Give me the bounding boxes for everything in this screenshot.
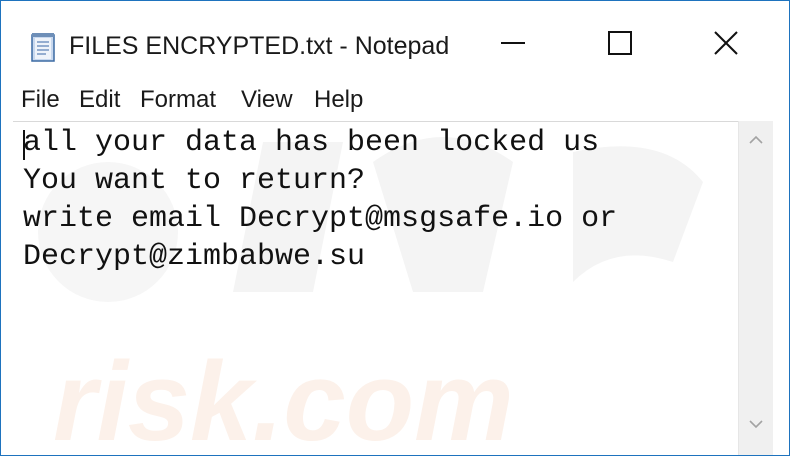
window-title: FILES ENCRYPTED.txt - Notepad <box>69 32 450 60</box>
minimize-button[interactable] <box>478 19 548 71</box>
close-icon <box>714 30 738 60</box>
watermark-text: risk.com <box>53 339 514 456</box>
text-line: Decrypt@zimbabwe.su <box>23 240 366 274</box>
chevron-up-icon[interactable] <box>748 133 764 151</box>
maximize-icon <box>608 30 632 60</box>
maximize-button[interactable] <box>585 19 655 71</box>
menu-format[interactable]: Format <box>140 85 216 115</box>
close-button[interactable] <box>691 19 761 71</box>
text-line: You want to return? <box>23 164 366 198</box>
text-editor[interactable]: risk.com all your data has been locked u… <box>13 121 738 456</box>
vertical-scrollbar[interactable] <box>738 121 773 455</box>
notepad-window: FILES ENCRYPTED.txt - Notepad File Edit … <box>0 0 790 456</box>
menu-edit[interactable]: Edit <box>79 85 120 115</box>
text-line: all your data has been locked us <box>23 126 600 160</box>
title-bar[interactable]: FILES ENCRYPTED.txt - Notepad <box>1 1 789 83</box>
minimize-icon <box>501 31 525 60</box>
menu-help[interactable]: Help <box>314 85 363 115</box>
menu-bar: File Edit Format View Help <box>1 83 789 119</box>
menu-view[interactable]: View <box>241 85 293 115</box>
menu-file[interactable]: File <box>21 85 60 115</box>
notepad-icon <box>29 31 59 63</box>
chevron-down-icon[interactable] <box>748 417 764 435</box>
text-line: write email Decrypt@msgsafe.io or <box>23 202 618 236</box>
